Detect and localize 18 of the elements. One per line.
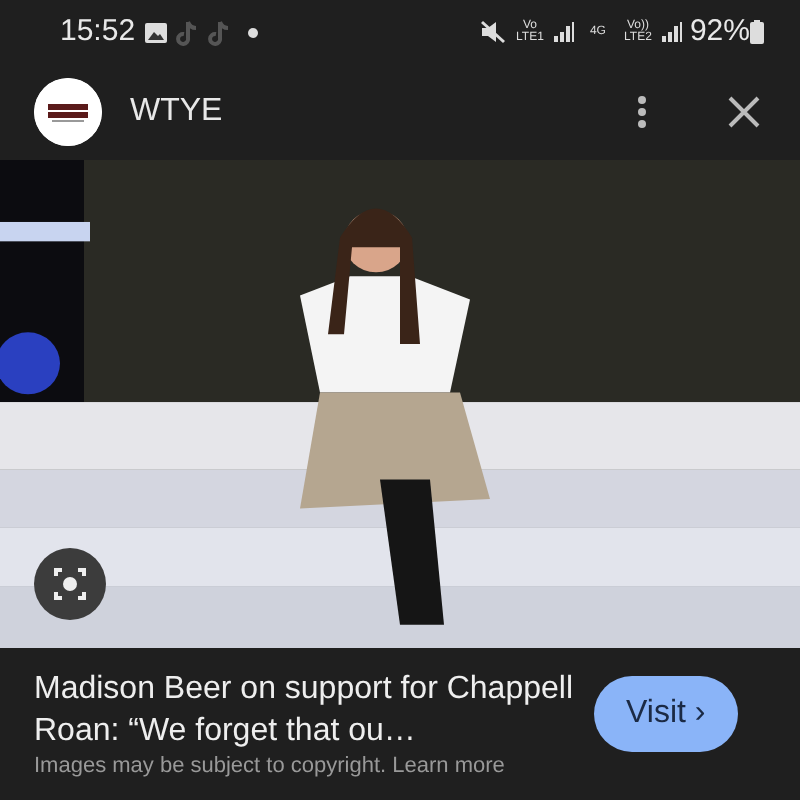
signal-icon [661,22,682,42]
note-icon [207,19,232,45]
lens-icon[interactable] [34,548,106,620]
more-icon[interactable] [636,94,648,130]
close-icon[interactable] [728,96,760,128]
result-title[interactable]: Madison Beer on support for Chappell Roan: “We forget that ou… [34,668,578,752]
site-logo [34,78,102,146]
note-icon [175,19,200,45]
image-icon [143,21,168,43]
copyright-notice: Images may be subject to copyright. Learn more [34,754,507,780]
dot-icon [247,27,258,37]
mute-icon [479,20,506,44]
battery-percent: 92% [689,11,750,52]
clock-time: 15:52 [60,11,136,52]
visit-button[interactable]: Visit › [594,676,738,752]
battery-icon [750,20,764,44]
site-name: WTYE [130,92,223,132]
signal-icon [553,22,574,42]
